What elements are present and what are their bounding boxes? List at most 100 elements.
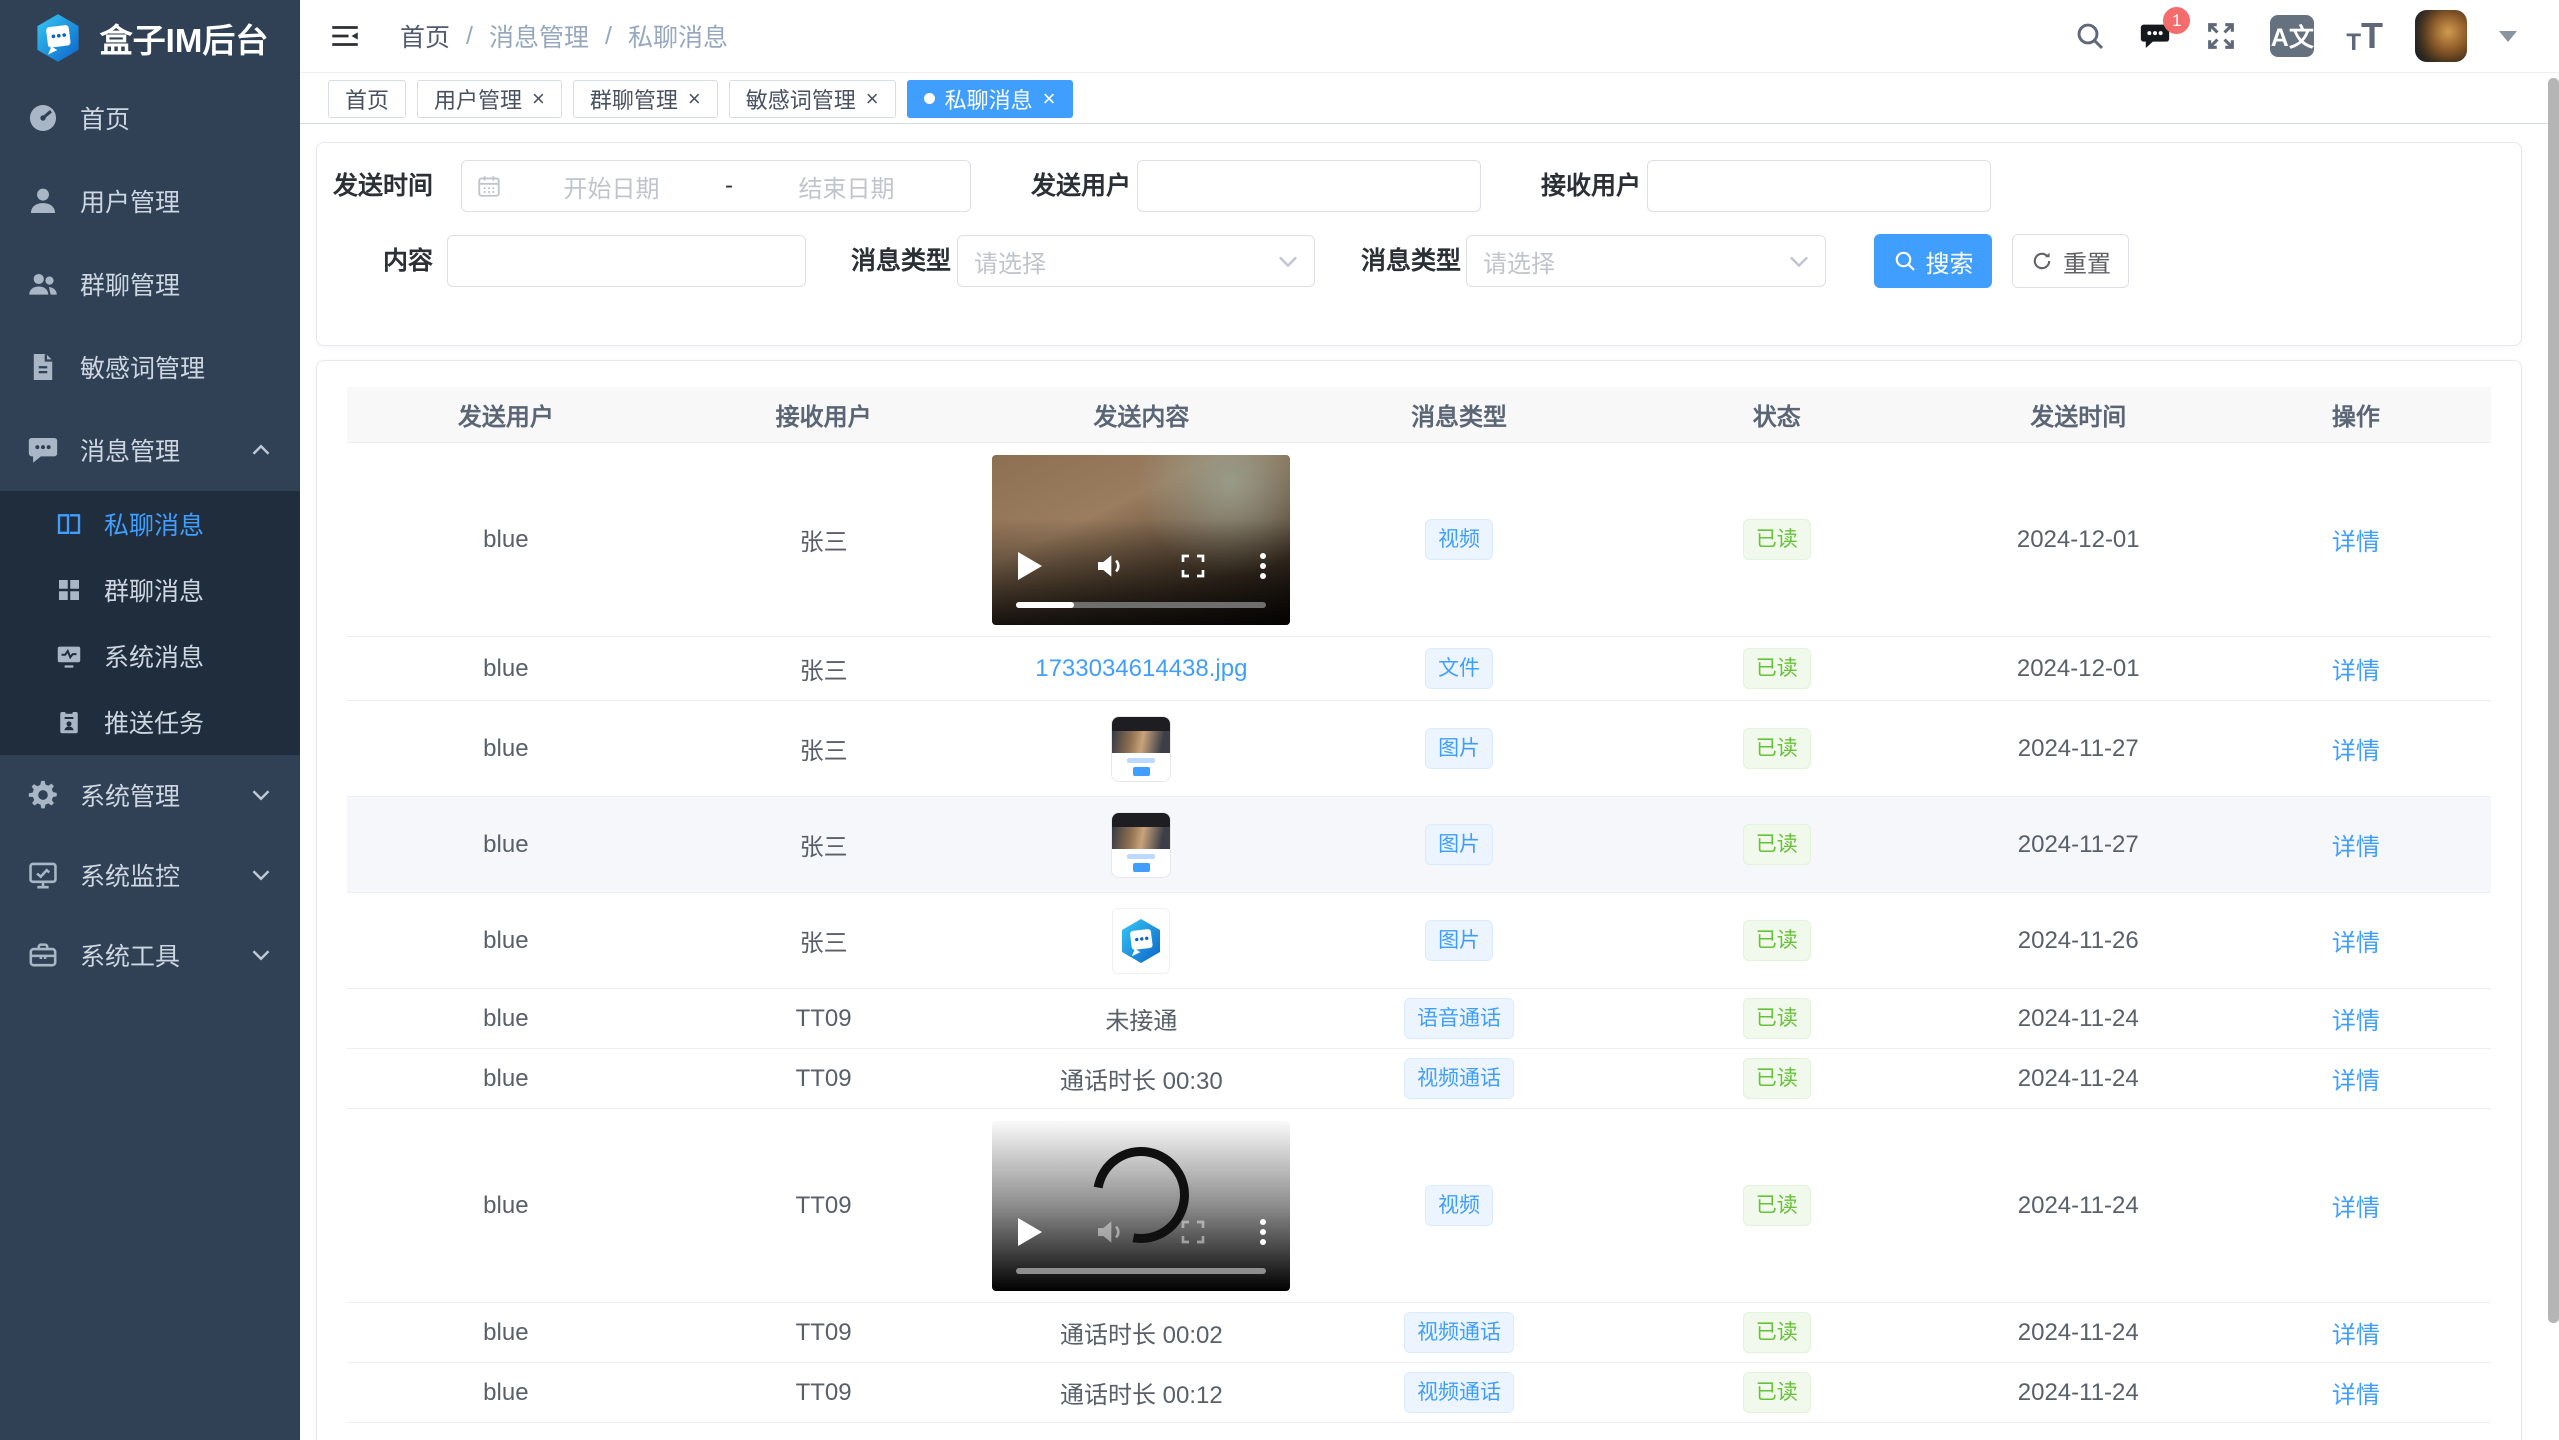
close-icon[interactable]: ×: [1043, 88, 1056, 110]
sidebar-item-system-messages[interactable]: 系统消息: [0, 623, 300, 689]
detail-link[interactable]: 详情: [2332, 522, 2380, 557]
cell-type: 视频: [1300, 1185, 1618, 1226]
send-user-input[interactable]: [1137, 160, 1481, 212]
recv-user-input[interactable]: [1647, 160, 1991, 212]
col-receiver: 接收用户: [665, 397, 983, 432]
volume-icon[interactable]: [1094, 550, 1126, 582]
cell-status: 已读: [1618, 728, 1936, 769]
close-icon[interactable]: ×: [532, 88, 545, 110]
tab-bar: 首页 用户管理 × 群聊管理 × 敏感词管理 × 私聊消息 ×: [300, 74, 2559, 124]
cell-date: 2024-11-24: [1936, 1319, 2221, 1347]
fullscreen-icon[interactable]: [2204, 19, 2238, 53]
video-controls: [1018, 1215, 1266, 1249]
detail-link[interactable]: 详情: [2332, 827, 2380, 862]
detail-link[interactable]: 详情: [2332, 1001, 2380, 1036]
tab-sensitive-words[interactable]: 敏感词管理 ×: [729, 80, 896, 118]
search-icon[interactable]: [2074, 20, 2106, 52]
detail-link[interactable]: 详情: [2332, 1375, 2380, 1410]
cell-status: 已读: [1618, 824, 1936, 865]
tab-home[interactable]: 首页: [328, 80, 406, 118]
date-range-input[interactable]: 开始日期 - 结束日期: [461, 160, 971, 212]
task-clipboard-icon: [54, 707, 84, 737]
sidebar-submenu-messages: 私聊消息 群聊消息 系统消息 推送任务: [0, 491, 300, 755]
messages-table: 发送用户 接收用户 发送内容 消息类型 状态 发送时间 操作 blue张三视频已…: [347, 387, 2491, 1423]
breadcrumb-current: 私聊消息: [628, 18, 728, 54]
scrollbar[interactable]: [2548, 78, 2559, 1323]
tab-private-messages[interactable]: 私聊消息 ×: [907, 80, 1073, 118]
sidebar-item-system-admin[interactable]: 系统管理: [0, 755, 300, 835]
detail-link[interactable]: 详情: [2332, 651, 2380, 686]
more-options-icon[interactable]: [1260, 1215, 1266, 1249]
content-input[interactable]: [447, 235, 806, 287]
detail-link[interactable]: 详情: [2332, 1061, 2380, 1096]
cell-receiver: 张三: [665, 651, 983, 686]
breadcrumb-message-mgmt: 消息管理: [489, 18, 589, 54]
app-logo: 盒子IM后台: [0, 0, 300, 76]
sidebar-item-system-monitor[interactable]: 系统监控: [0, 835, 300, 915]
grid-icon: [54, 575, 84, 605]
reset-button[interactable]: 重置: [2012, 234, 2129, 288]
video-progress-bar[interactable]: [1016, 1268, 1266, 1274]
detail-link[interactable]: 详情: [2332, 731, 2380, 766]
video-progress-bar[interactable]: [1016, 602, 1266, 608]
col-sender: 发送用户: [347, 397, 665, 432]
fullscreen-icon[interactable]: [1177, 550, 1209, 582]
notifications-icon[interactable]: 1: [2138, 19, 2172, 53]
status-badge: 已读: [1743, 1312, 1811, 1353]
msg-type-select[interactable]: 请选择: [957, 235, 1315, 287]
breadcrumb-home[interactable]: 首页: [400, 18, 450, 54]
cell-status: 已读: [1618, 519, 1936, 560]
tab-group-mgmt[interactable]: 群聊管理 ×: [573, 80, 718, 118]
cell-action: 详情: [2221, 1375, 2491, 1410]
sidebar-item-private-messages[interactable]: 私聊消息: [0, 491, 300, 557]
close-icon[interactable]: ×: [688, 88, 701, 110]
volume-icon[interactable]: [1094, 1216, 1126, 1248]
collapse-sidebar-icon[interactable]: [328, 19, 362, 53]
font-size-icon[interactable]: TT: [2346, 15, 2383, 57]
main-content: 发送时间 开始日期 - 结束日期 发送用户 接收用户 内容 消息类型 请选择 消…: [300, 125, 2559, 1440]
sidebar-item-sensitive-words[interactable]: 敏感词管理: [0, 325, 300, 408]
video-player[interactable]: [992, 455, 1290, 625]
sidebar-item-groups[interactable]: 群聊管理: [0, 242, 300, 325]
video-controls: [1018, 549, 1266, 583]
msg-type2-label: 消息类型: [1341, 235, 1461, 287]
search-button[interactable]: 搜索: [1874, 234, 1992, 288]
cell-text: 通话时长 00:02: [1060, 1315, 1223, 1350]
msg-type2-select[interactable]: 请选择: [1466, 235, 1826, 287]
sidebar-item-messages[interactable]: 消息管理: [0, 408, 300, 491]
detail-link[interactable]: 详情: [2332, 1315, 2380, 1350]
detail-link[interactable]: 详情: [2332, 923, 2380, 958]
image-thumbnail[interactable]: [1111, 812, 1171, 878]
video-player[interactable]: [992, 1121, 1290, 1291]
file-link[interactable]: 1733034614438.jpg: [1035, 655, 1247, 683]
document-icon: [26, 350, 60, 384]
cell-date: 2024-11-26: [1936, 927, 2221, 955]
sidebar-item-system-tools[interactable]: 系统工具: [0, 915, 300, 995]
filter-panel: 发送时间 开始日期 - 结束日期 发送用户 接收用户 内容 消息类型 请选择 消…: [316, 142, 2522, 346]
status-badge: 已读: [1743, 1185, 1811, 1226]
calendar-icon: [476, 173, 502, 199]
tab-user-mgmt[interactable]: 用户管理 ×: [417, 80, 562, 118]
more-options-icon[interactable]: [1260, 549, 1266, 583]
sidebar-item-group-messages[interactable]: 群聊消息: [0, 557, 300, 623]
cell-status: 已读: [1618, 1058, 1936, 1099]
sidebar-item-users[interactable]: 用户管理: [0, 159, 300, 242]
type-badge: 图片: [1425, 824, 1493, 865]
image-thumbnail[interactable]: [1111, 716, 1171, 782]
play-icon[interactable]: [1018, 1218, 1042, 1246]
image-thumbnail[interactable]: [1112, 908, 1170, 974]
sidebar-item-home[interactable]: 首页: [0, 76, 300, 159]
avatar[interactable]: [2415, 10, 2467, 62]
search-icon: [1893, 249, 1917, 273]
play-icon[interactable]: [1018, 552, 1042, 580]
detail-link[interactable]: 详情: [2332, 1188, 2380, 1223]
language-icon[interactable]: A文: [2270, 15, 2314, 57]
user-menu-caret-icon[interactable]: [2499, 31, 2517, 42]
cell-status: 已读: [1618, 1185, 1936, 1226]
sidebar-item-push-tasks[interactable]: 推送任务: [0, 689, 300, 755]
content-label: 内容: [327, 235, 433, 287]
table-row: blueTT09通话时长 00:30视频通话已读2024-11-24详情: [347, 1049, 2491, 1109]
table-row: blue张三图片已读2024-11-27详情: [347, 701, 2491, 797]
fullscreen-icon[interactable]: [1177, 1216, 1209, 1248]
close-icon[interactable]: ×: [866, 88, 879, 110]
